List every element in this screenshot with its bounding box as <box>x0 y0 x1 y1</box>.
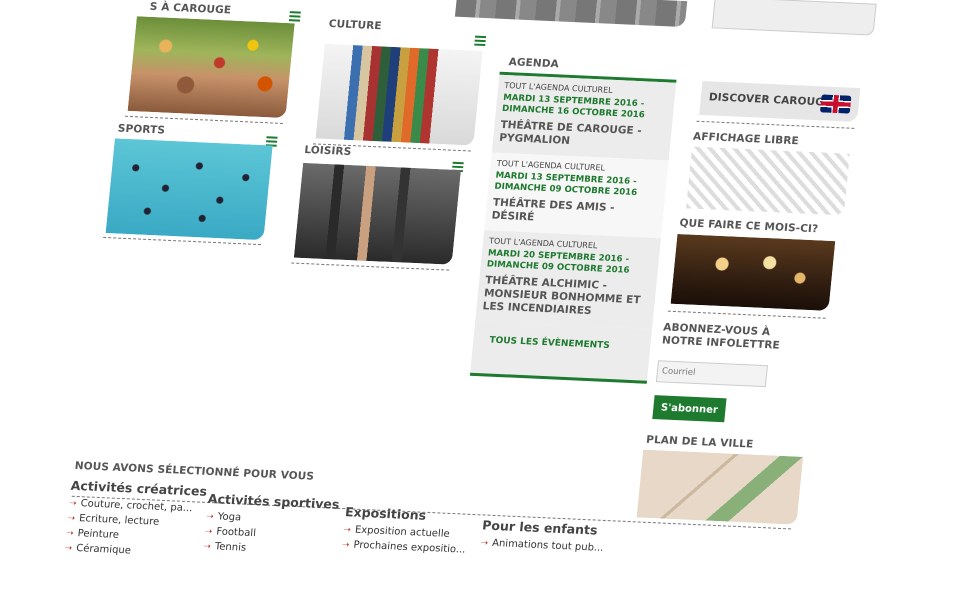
arrow-icon: ➝ <box>204 526 213 538</box>
agenda-panel: AGENDA TOUT L'AGENDA CULTUREL MARDI 13 S… <box>469 55 679 384</box>
affichage-libre-title[interactable]: AFFICHAGE LIBRE <box>692 131 799 148</box>
city-map-image[interactable] <box>636 449 804 525</box>
tile-sports-image[interactable] <box>105 138 273 241</box>
selection-column: Pour les enfants ➝ Animations tout pub... <box>480 517 623 554</box>
tile-fete-title[interactable]: S À CAROUGE <box>149 1 231 17</box>
arrow-icon: ➝ <box>205 511 215 523</box>
agenda-event-title[interactable]: THÉÂTRE DE CAROUGE - PYGMALION <box>499 119 664 152</box>
selection-link[interactable]: ➝ Football <box>204 526 345 543</box>
newsletter-title: ABONNEZ-VOUS À NOTRE INFOLETTRE <box>661 321 781 352</box>
menu-icon[interactable] <box>288 11 301 22</box>
tile-loisirs-image[interactable] <box>293 162 461 265</box>
agenda-date: MARDI 13 SEPTEMBRE 2016 - DIMANCHE 16 OC… <box>501 92 646 121</box>
tile-culture-image[interactable] <box>315 43 483 146</box>
arrow-icon: ➝ <box>341 540 350 551</box>
page-canvas: S À CAROUGE CULTURE SPORTS LOISIRS AGEND… <box>0 0 952 604</box>
affichage-libre-image[interactable] <box>685 146 850 216</box>
agenda-item[interactable]: TOUT L'AGENDA CULTUREL MARDI 13 SEPTEMBR… <box>491 74 677 161</box>
arrow-icon: ➝ <box>65 528 75 539</box>
que-faire-image[interactable] <box>670 233 836 311</box>
selection-link[interactable]: ➝ Céramique <box>64 543 205 560</box>
selection-link[interactable]: ➝ Animations tout pub... <box>480 537 621 554</box>
tile-culture-title[interactable]: CULTURE <box>328 18 382 32</box>
sidebar-divider <box>696 120 855 129</box>
arrow-icon: ➝ <box>342 525 352 536</box>
agenda-date: MARDI 13 SEPTEMBRE 2016 - DIMANCHE 09 OC… <box>493 170 638 199</box>
que-faire-title[interactable]: QUE FAIRE CE MOIS-CI? <box>679 217 819 235</box>
tile-divider <box>291 262 450 271</box>
tile-divider <box>125 115 283 124</box>
agenda-event-title[interactable]: THÉÂTRE ALCHIMIC - MONSIEUR BONHOMME ET … <box>482 274 649 320</box>
selection-link[interactable]: ➝ Tennis <box>203 541 344 558</box>
discover-carouge-banner[interactable]: DISCOVER CAROUGE <box>699 80 861 123</box>
plan-ville-title[interactable]: PLAN DE LA VILLE <box>646 434 754 451</box>
agenda-item[interactable]: TOUT L'AGENDA CULTUREL MARDI 20 SEPTEMBR… <box>475 230 661 329</box>
selection-link[interactable]: ➝ Yoga <box>206 511 347 528</box>
arrow-icon: ➝ <box>64 543 73 554</box>
tile-fete-image[interactable] <box>127 16 295 119</box>
discover-label: DISCOVER CAROUGE <box>708 91 832 109</box>
selection-column-title[interactable]: Activités sportives <box>207 491 348 512</box>
selection-column-title[interactable]: Expositions <box>344 504 485 525</box>
selection-column: Activités sportives ➝ Yoga ➝ Football ➝ Ten… <box>203 491 349 558</box>
selection-link[interactable]: ➝ Ecriture, lecture <box>67 513 208 530</box>
tile-sports-title[interactable]: SPORTS <box>117 122 165 136</box>
subscribe-button[interactable]: S'abonner <box>652 395 727 423</box>
agenda-item[interactable]: TOUT L'AGENDA CULTUREL MARDI 13 SEPTEMBR… <box>484 152 669 239</box>
selection-link[interactable]: ➝ Prochaines expositio... <box>341 539 482 556</box>
selection-link[interactable]: ➝ Couture, crochet, pa... <box>69 498 210 515</box>
selection-link[interactable]: ➝ Exposition actuelle <box>343 524 484 541</box>
tile-loisirs-title[interactable]: LOISIRS <box>304 144 352 158</box>
top-search-box[interactable] <box>711 0 877 36</box>
header-image <box>454 0 688 28</box>
arrow-icon: ➝ <box>67 513 76 524</box>
arrow-icon: ➝ <box>202 541 212 553</box>
menu-icon[interactable] <box>474 35 487 47</box>
selection-column: Activités créatrices ➝ Couture, crochet, … <box>64 478 211 560</box>
agenda-date: MARDI 20 SEPTEMBRE 2016 - DIMANCHE 09 OC… <box>486 248 630 276</box>
sidebar-divider <box>667 310 826 319</box>
agenda-all-events-link[interactable]: TOUS LES ÉVÈNEMENTS <box>469 320 653 384</box>
selection-link[interactable]: ➝ Peinture <box>66 528 207 545</box>
newsletter-email-input[interactable] <box>655 360 768 388</box>
agenda-event-title[interactable]: THÉÂTRE DES AMIS - DÉSIRÉ <box>491 197 656 230</box>
arrow-icon: ➝ <box>480 538 489 549</box>
arrow-icon: ➝ <box>68 498 78 509</box>
selection-column-title[interactable]: Activités créatrices <box>70 478 211 499</box>
uk-flag-icon <box>819 94 852 114</box>
selection-column: Expositions ➝ Exposition actuelle ➝ Procha… <box>341 504 485 556</box>
